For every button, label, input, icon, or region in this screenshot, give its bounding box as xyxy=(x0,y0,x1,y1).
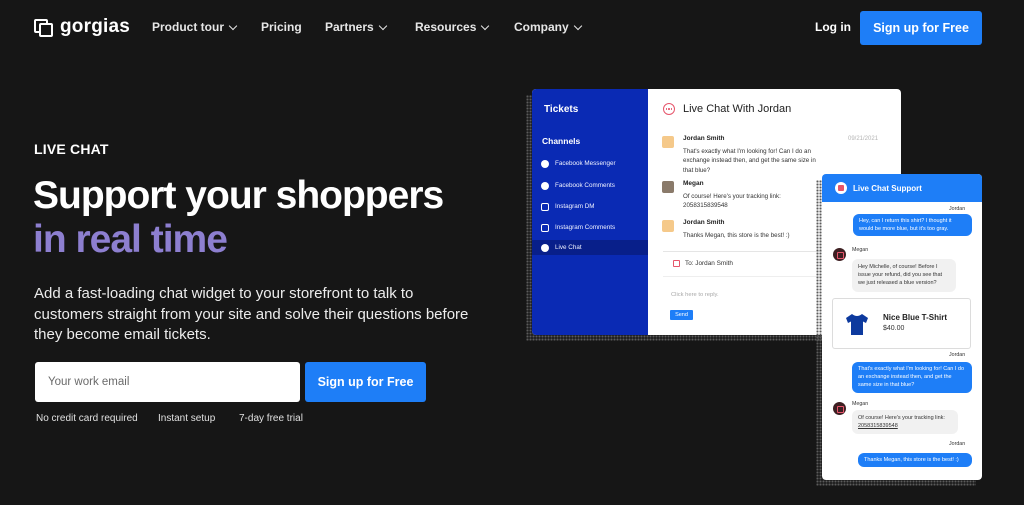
product-price: $40.00 xyxy=(883,325,905,332)
instagram-dm-icon xyxy=(541,202,549,211)
nav-label: Pricing xyxy=(261,20,302,34)
reply-input[interactable]: Click here to reply. xyxy=(671,292,719,298)
perk-instant-setup: Instant setup xyxy=(158,413,216,424)
channel-label: Live Chat xyxy=(555,244,582,251)
helpdesk-sidebar: Tickets Channels Facebook Messenger Face… xyxy=(532,89,648,335)
widget-title: Live Chat Support xyxy=(853,183,922,193)
send-button[interactable]: Send xyxy=(670,310,693,320)
nav-label: Partners xyxy=(325,20,374,34)
chevron-down-icon xyxy=(573,21,582,30)
channel-instagram-comments[interactable]: Instagram Comments xyxy=(532,220,648,235)
agent-avatar xyxy=(833,402,846,415)
customer-message: Hey, can I return this shirt? I thought … xyxy=(853,214,972,237)
channel-live-chat[interactable]: Live Chat xyxy=(532,240,648,255)
agent-avatar xyxy=(833,248,846,261)
perk-no-credit-card: No credit card required xyxy=(36,413,138,424)
reply-recipient: To: Jordan Smith xyxy=(673,260,733,267)
nav-pricing[interactable]: Pricing xyxy=(261,20,302,34)
message-item: Jordan Smith That's exactly what I'm loo… xyxy=(662,135,822,175)
agent-name: Megan xyxy=(852,401,869,407)
live-chat-icon xyxy=(541,243,549,252)
hero-signup-button[interactable]: Sign up for Free xyxy=(305,362,426,402)
logo-text: gorgias xyxy=(60,16,131,37)
message-text: Of course! Here's your tracking link: xyxy=(858,415,945,421)
message-text: Thanks Megan, this store is the best! :) xyxy=(683,232,790,239)
login-link[interactable]: Log in xyxy=(815,20,851,34)
messenger-icon xyxy=(541,159,549,168)
nav-signup-button[interactable]: Sign up for Free xyxy=(860,11,982,45)
message-author: Jordan Smith xyxy=(683,135,725,142)
agent-name: Megan xyxy=(852,247,869,253)
recipient-text: To: Jordan Smith xyxy=(685,260,733,267)
agent-message: Hey Michelle, of course! Before I issue … xyxy=(852,259,956,292)
channel-label: Instagram DM xyxy=(555,203,595,210)
channel-facebook-comments[interactable]: Facebook Comments xyxy=(532,178,648,193)
product-card[interactable]: Nice Blue T-Shirt $40.00 xyxy=(832,298,971,349)
tshirt-icon xyxy=(846,314,868,335)
hero-subtitle: Add a fast-loading chat widget to your s… xyxy=(34,285,469,343)
channels-heading: Channels xyxy=(542,136,581,146)
customer-name: Jordan xyxy=(949,441,966,447)
hero-headline: Support your shoppers xyxy=(33,174,444,217)
widget-header: Live Chat Support xyxy=(822,174,982,202)
gorgias-logo[interactable]: gorgias xyxy=(34,16,130,38)
customer-name: Jordan xyxy=(949,206,966,212)
tracking-link[interactable]: 2058315839548 xyxy=(858,423,898,429)
message-item: Megan Of course! Here's your tracking li… xyxy=(662,180,822,210)
conversation-title: Live Chat With Jordan xyxy=(683,103,792,115)
customer-message: That's exactly what I'm looking for! Can… xyxy=(852,362,972,393)
message-text: Of course! Here's your tracking link: 20… xyxy=(683,193,781,210)
product-name: Nice Blue T-Shirt xyxy=(883,313,948,322)
customer-message: Thanks Megan, this store is the best! :) xyxy=(858,453,972,468)
chevron-down-icon xyxy=(228,21,238,30)
customer-avatar xyxy=(662,220,674,232)
agent-avatar xyxy=(662,181,674,193)
channel-label: Facebook Messenger xyxy=(555,160,616,167)
chat-dots-icon xyxy=(663,103,675,115)
nav-product-tour[interactable]: Product tour xyxy=(152,20,238,34)
nav-partners[interactable]: Partners xyxy=(325,20,387,34)
facebook-icon xyxy=(541,181,549,190)
message-text: That's exactly what I'm looking for! Can… xyxy=(683,148,816,174)
widget-logo-icon xyxy=(835,182,847,194)
chat-widget: Live Chat Support Jordan Hey, can I retu… xyxy=(822,174,982,480)
nav-label: Resources xyxy=(415,20,477,34)
customer-name: Jordan xyxy=(949,352,966,358)
message-date: 09/21/2021 xyxy=(848,136,879,142)
nav-company[interactable]: Company xyxy=(514,20,582,34)
nav-label: Product tour xyxy=(152,20,224,34)
message-author: Megan xyxy=(683,180,704,187)
hero-headline-highlight: in real time xyxy=(33,218,228,261)
sidebar-title: Tickets xyxy=(544,104,579,115)
agent-message: Of course! Here's your tracking link: 20… xyxy=(852,410,958,435)
perk-free-trial: 7-day free trial xyxy=(239,413,303,424)
nav-resources[interactable]: Resources xyxy=(415,20,490,34)
message-author: Jordan Smith xyxy=(683,219,725,226)
customer-avatar xyxy=(662,136,674,148)
channel-facebook-messenger[interactable]: Facebook Messenger xyxy=(532,156,648,171)
logo-icon xyxy=(34,17,54,37)
chevron-down-icon xyxy=(481,21,490,30)
channel-label: Facebook Comments xyxy=(555,182,615,189)
top-nav: gorgias Product tour Pricing Partners Re… xyxy=(0,0,1024,56)
chevron-down-icon xyxy=(378,21,387,30)
channel-label: Instagram Comments xyxy=(555,224,616,231)
channel-instagram-dm[interactable]: Instagram DM xyxy=(532,199,648,214)
message-item: Jordan Smith Thanks Megan, this store is… xyxy=(662,219,822,243)
instagram-icon xyxy=(541,223,549,232)
recipient-icon xyxy=(673,260,680,267)
nav-label: Company xyxy=(514,20,569,34)
email-input[interactable] xyxy=(35,362,300,402)
hero-eyebrow: LIVE CHAT xyxy=(34,141,109,157)
